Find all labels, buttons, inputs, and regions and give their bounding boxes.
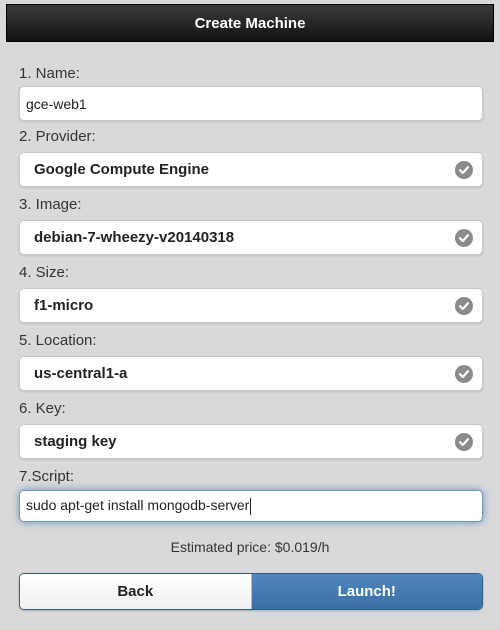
script-value: sudo apt-get install mongodb-server bbox=[26, 497, 252, 515]
key-value: staging key bbox=[34, 433, 117, 450]
estimated-price: Estimated price: $0.019/h bbox=[170, 539, 330, 555]
location-value: us-central1-a bbox=[34, 365, 128, 382]
provider-value: Google Compute Engine bbox=[34, 161, 209, 178]
script-label: 7.Script: bbox=[19, 468, 75, 485]
check-circle-icon bbox=[455, 229, 473, 247]
header-bar: Create Machine bbox=[6, 4, 494, 42]
key-label: 6. Key: bbox=[19, 400, 66, 417]
size-label: 4. Size: bbox=[19, 264, 70, 281]
check-circle-icon bbox=[455, 161, 473, 179]
image-select[interactable]: debian-7-wheezy-v20140318 bbox=[19, 220, 483, 255]
text-caret bbox=[250, 497, 252, 515]
check-circle-icon bbox=[455, 297, 473, 315]
script-input[interactable]: sudo apt-get install mongodb-server bbox=[19, 490, 483, 522]
action-buttons: Back Launch! bbox=[19, 573, 483, 610]
name-input[interactable]: gce-web1 bbox=[19, 86, 483, 121]
location-label: 5. Location: bbox=[19, 332, 97, 349]
launch-button[interactable]: Launch! bbox=[251, 574, 482, 609]
page-title: Create Machine bbox=[194, 14, 306, 32]
name-value: gce-web1 bbox=[26, 95, 87, 112]
provider-select[interactable]: Google Compute Engine bbox=[19, 152, 483, 187]
check-circle-icon bbox=[455, 365, 473, 383]
image-value: debian-7-wheezy-v20140318 bbox=[34, 229, 235, 246]
size-select[interactable]: f1-micro bbox=[19, 288, 483, 323]
size-value: f1-micro bbox=[34, 297, 94, 314]
image-label: 3. Image: bbox=[19, 196, 82, 213]
back-button[interactable]: Back bbox=[20, 574, 252, 609]
provider-label: 2. Provider: bbox=[19, 128, 96, 145]
key-select[interactable]: staging key bbox=[19, 424, 483, 459]
check-circle-icon bbox=[455, 433, 473, 451]
location-select[interactable]: us-central1-a bbox=[19, 356, 483, 391]
name-label: 1. Name: bbox=[19, 65, 80, 82]
